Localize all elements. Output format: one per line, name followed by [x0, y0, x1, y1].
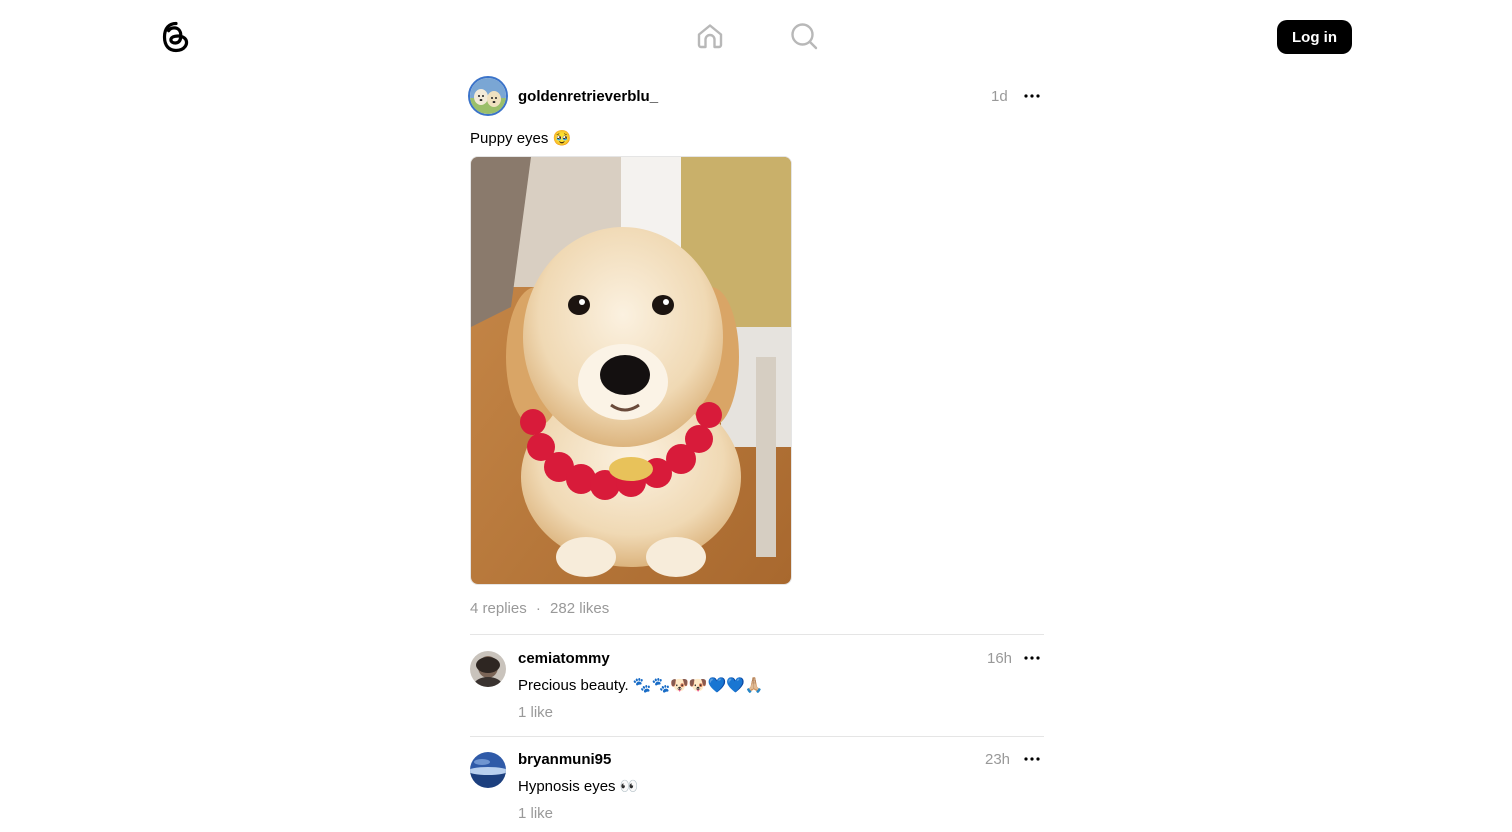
- stats-separator: ·: [535, 600, 541, 617]
- post-text: Puppy eyes 🥹: [470, 130, 572, 147]
- reply-item: bryanmuni95 23h Hypnosis eyes 👀 1 like: [470, 751, 1044, 832]
- post-time[interactable]: 1d: [991, 88, 1008, 105]
- post-username[interactable]: goldenretrieverblu_: [518, 88, 658, 105]
- avatar[interactable]: [470, 752, 506, 788]
- home-icon[interactable]: [695, 21, 725, 51]
- avatar[interactable]: [470, 651, 506, 687]
- divider: [470, 736, 1044, 737]
- reply-item: cemiatommy 16h Precious beauty. 🐾🐾🐶🐶💙💙🙏🏼…: [470, 650, 1044, 731]
- reply-text: Precious beauty. 🐾🐾🐶🐶💙💙🙏🏼: [518, 677, 764, 694]
- reply-username[interactable]: bryanmuni95: [518, 751, 611, 768]
- reply-username[interactable]: cemiatommy: [518, 650, 610, 667]
- reply-text: Hypnosis eyes 👀: [518, 778, 639, 795]
- post-header: goldenretrieverblu_ 1d: [468, 76, 1044, 116]
- reply-likes[interactable]: 1 like: [518, 704, 553, 721]
- top-bar: Log in: [0, 0, 1512, 74]
- reply-time[interactable]: 23h: [985, 751, 1010, 768]
- divider: [470, 634, 1044, 635]
- main-post: goldenretrieverblu_ 1d Puppy eyes 🥹 4 re…: [468, 76, 1044, 635]
- avatar[interactable]: [468, 76, 508, 116]
- post-stats: 4 replies · 282 likes: [470, 600, 609, 617]
- more-options-icon[interactable]: [1020, 747, 1044, 771]
- post-image[interactable]: [470, 156, 792, 585]
- replies-count[interactable]: 4 replies: [470, 600, 527, 617]
- more-options-icon[interactable]: [1020, 646, 1044, 670]
- search-icon[interactable]: [789, 21, 819, 51]
- login-button[interactable]: Log in: [1277, 20, 1352, 54]
- threads-logo-icon[interactable]: [160, 20, 192, 54]
- likes-count[interactable]: 282 likes: [550, 600, 609, 617]
- more-options-icon[interactable]: [1020, 84, 1044, 108]
- reply-time[interactable]: 16h: [987, 650, 1012, 667]
